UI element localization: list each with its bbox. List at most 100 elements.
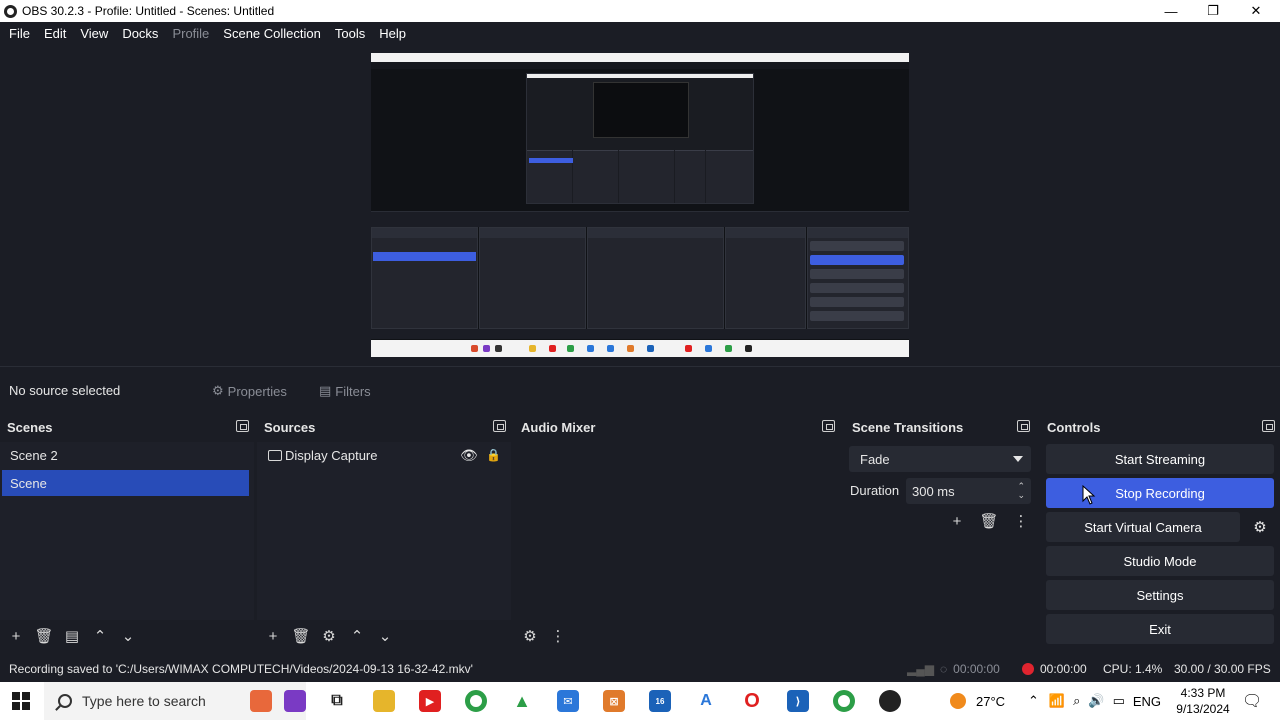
more-vertical-icon[interactable]: ⋮	[544, 622, 572, 650]
trash-icon[interactable]: 🗑	[287, 622, 315, 650]
trash-icon[interactable]: 🗑	[30, 622, 58, 650]
add-icon[interactable]: +	[2, 622, 30, 650]
google-drive-icon[interactable]: ▲	[511, 690, 533, 712]
scene-item[interactable]: Scene 2	[2, 442, 249, 468]
transition-select[interactable]: Fade	[849, 446, 1031, 472]
properties-button[interactable]: ⚙ Properties	[212, 379, 287, 403]
azure-data-studio-icon[interactable]: A	[695, 690, 717, 712]
spinner-icon[interactable]: ⌃ ⌄	[1017, 482, 1025, 500]
duration-input[interactable]: 300 ms ⌃ ⌄	[906, 478, 1031, 504]
cpu-usage: CPU: 1.4%	[1103, 662, 1163, 676]
clock[interactable]: 4:33 PM 9/13/2024	[1172, 685, 1234, 717]
preview-capture-transitions	[725, 227, 806, 329]
cortana-art-icon[interactable]	[250, 690, 272, 712]
undock-icon[interactable]	[1017, 420, 1030, 432]
studio-mode-button[interactable]: Studio Mode	[1046, 546, 1274, 576]
status-message: Recording saved to 'C:/Users/WIMAX COMPU…	[9, 662, 473, 676]
network-icon[interactable]: 📶	[1049, 693, 1065, 709]
minimize-icon: —	[1164, 3, 1178, 19]
chrome-profile-icon[interactable]	[833, 690, 855, 712]
chevron-down-icon	[1013, 456, 1023, 462]
menu-docks[interactable]: Docks	[115, 26, 165, 41]
weather-icon	[950, 693, 966, 709]
vscode-icon[interactable]: ⟩	[787, 690, 809, 712]
sources-title: Sources	[257, 416, 511, 438]
up-arrow-icon[interactable]: ⌃	[343, 622, 371, 650]
temperature: 27°C	[976, 693, 1006, 709]
windows-taskbar: Type here to search ⧉ ▶ ▲ ✉ ⊠ 16 A O ⟩ 2…	[0, 682, 1280, 720]
menu-tools[interactable]: Tools	[328, 26, 372, 41]
teams-icon[interactable]: 16	[649, 690, 671, 712]
menu-file[interactable]: File	[2, 26, 37, 41]
start-streaming-button[interactable]: Start Streaming	[1046, 444, 1274, 474]
down-arrow-icon[interactable]: ⌄	[371, 622, 399, 650]
volume-icon[interactable]: 🔊	[1088, 693, 1104, 709]
undock-icon[interactable]	[493, 420, 506, 432]
scene-item-selected[interactable]: Scene	[2, 470, 249, 496]
scenes-footer: + 🗑 ▤ ⌃ ⌄	[0, 620, 254, 652]
opera-icon[interactable]: O	[741, 690, 763, 712]
gear-icon[interactable]: ⚙	[315, 622, 343, 650]
language-indicator[interactable]: ENG	[1133, 694, 1161, 709]
more-vertical-icon[interactable]: ⋮	[1005, 510, 1037, 532]
weather-widget[interactable]: 27°C	[950, 682, 1005, 720]
window-titlebar: OBS 30.2.3 - Profile: Untitled - Scenes:…	[0, 0, 1280, 22]
file-explorer-icon[interactable]	[373, 690, 395, 712]
scenes-list: Scene 2 Scene	[0, 442, 254, 620]
virtual-camera-settings-icon[interactable]: ⚙	[1246, 512, 1274, 542]
signal-icon: ▂▄▆	[907, 662, 934, 676]
advanced-audio-icon[interactable]: ⚙	[516, 622, 544, 650]
up-arrow-icon[interactable]: ⌃	[86, 622, 114, 650]
chevron-up-icon[interactable]: ⌃	[1028, 693, 1039, 709]
transition-tools: + 🗑 ⋮	[941, 510, 1037, 532]
add-icon[interactable]: +	[259, 622, 287, 650]
undock-icon[interactable]	[1262, 420, 1275, 432]
settings-button[interactable]: Settings	[1046, 580, 1274, 610]
undock-icon[interactable]	[822, 420, 835, 432]
preview-capture-mixer	[587, 227, 724, 329]
menu-profile[interactable]: Profile	[165, 26, 216, 41]
down-arrow-icon[interactable]: ⌄	[114, 622, 142, 650]
preview-capture-status	[371, 329, 909, 339]
menu-help[interactable]: Help	[372, 26, 413, 41]
mail-icon[interactable]: ✉	[557, 690, 579, 712]
clock-date: 9/13/2024	[1176, 702, 1230, 716]
minimize-button[interactable]: —	[1150, 0, 1192, 22]
task-view-icon[interactable]: ⧉	[326, 690, 348, 712]
add-icon[interactable]: +	[941, 510, 973, 532]
menu-view[interactable]: View	[73, 26, 115, 41]
stream-time: 00:00:00	[953, 662, 1000, 676]
undock-icon[interactable]	[236, 420, 249, 432]
chrome-icon[interactable]	[465, 690, 487, 712]
filter-icon[interactable]: ▤	[58, 622, 86, 650]
battery-icon[interactable]: ▭	[1113, 693, 1125, 709]
youtube-icon[interactable]: ▶	[419, 690, 441, 712]
window-title: OBS 30.2.3 - Profile: Untitled - Scenes:…	[22, 4, 275, 18]
audio-mixer-footer: ⚙ ⋮	[514, 620, 840, 652]
filters-button[interactable]: ▤ Filters	[319, 379, 371, 403]
preview-canvas[interactable]	[371, 53, 909, 357]
search-icon	[58, 694, 72, 708]
start-virtual-camera-button[interactable]: Start Virtual Camera	[1046, 512, 1240, 542]
lock-icon[interactable]: 🔒	[486, 448, 501, 462]
menu-scene-collection[interactable]: Scene Collection	[216, 26, 328, 41]
xampp-icon[interactable]: ⊠	[603, 690, 625, 712]
notification-icon[interactable]: 🗨	[1242, 682, 1262, 720]
gear-icon: ⚙	[212, 383, 224, 398]
windows-start-icon[interactable]	[12, 692, 30, 710]
stop-recording-button[interactable]: Stop Recording	[1046, 478, 1274, 508]
obs-icon[interactable]	[879, 690, 901, 712]
mouse-cursor-icon	[1082, 485, 1096, 505]
restore-button[interactable]: ❐	[1192, 0, 1234, 22]
eye-icon[interactable]: 👁	[460, 447, 478, 464]
clock-time: 4:33 PM	[1180, 686, 1226, 700]
trash-icon[interactable]: 🗑	[973, 510, 1005, 532]
record-status: 00:00:00	[1022, 662, 1087, 676]
exit-button[interactable]: Exit	[1046, 614, 1274, 644]
preview-capture-nested	[526, 73, 754, 204]
wizard-app-icon[interactable]	[284, 690, 306, 712]
close-button[interactable]: ✕	[1235, 0, 1277, 22]
source-item[interactable]: Display Capture 👁 🔒	[259, 442, 507, 468]
menu-edit[interactable]: Edit	[37, 26, 73, 41]
wifi-icon[interactable]: ⌕	[1073, 693, 1080, 709]
